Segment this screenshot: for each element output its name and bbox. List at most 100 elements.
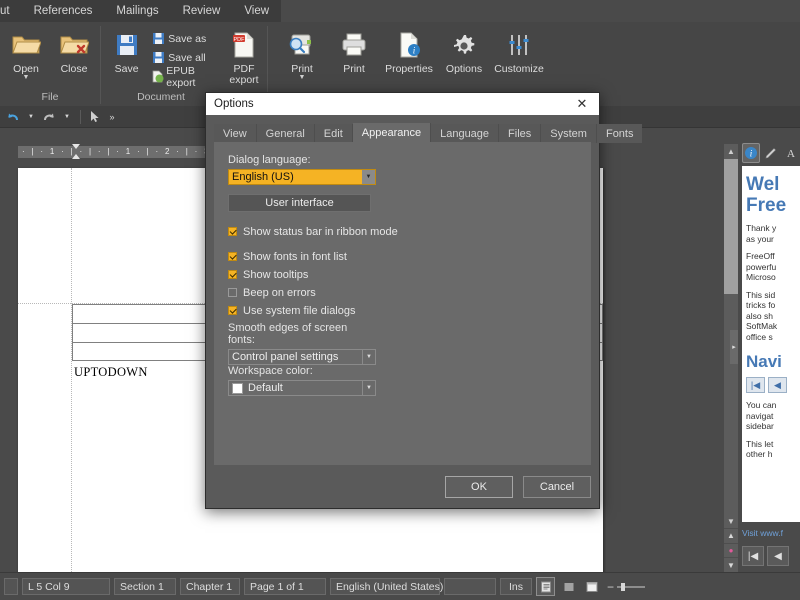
cursor-position-field[interactable]: L 5 Col 9 bbox=[22, 578, 110, 595]
workspace-color-combobox[interactable]: Default ▼ bbox=[228, 380, 376, 396]
scroll-down-icon[interactable]: ▼ bbox=[724, 514, 738, 528]
indent-marker[interactable] bbox=[72, 144, 81, 160]
save-as-button[interactable]: Save as bbox=[148, 29, 221, 48]
redo-dropdown-chevron-down-icon[interactable]: ▼ bbox=[58, 108, 76, 126]
print-preview-button[interactable]: Print ▼ bbox=[276, 28, 328, 81]
show-fonts-in-font-list-checkbox[interactable]: Show fonts in font list bbox=[228, 249, 356, 264]
dialog-title-bar[interactable]: Options ✕ bbox=[206, 93, 599, 115]
redo-icon[interactable] bbox=[40, 108, 58, 126]
page-field[interactable]: Page 1 of 1 bbox=[244, 578, 326, 595]
tab-view[interactable]: View bbox=[214, 124, 257, 143]
dialog-tab-bar: View General Edit Appearance Language Fi… bbox=[214, 123, 643, 143]
ribbon-tab-mailings[interactable]: Mailings bbox=[104, 2, 170, 21]
prev-page-icon[interactable]: ◀ bbox=[768, 377, 787, 393]
close-icon[interactable]: ✕ bbox=[565, 93, 599, 115]
undo-dropdown-chevron-down-icon[interactable]: ▼ bbox=[22, 108, 40, 126]
zoom-out-icon[interactable]: − bbox=[607, 580, 614, 594]
cancel-button-label: Cancel bbox=[539, 481, 575, 493]
status-field-left[interactable] bbox=[4, 578, 18, 595]
tab-system[interactable]: System bbox=[541, 124, 597, 143]
ribbon-tab-references[interactable]: References bbox=[22, 2, 105, 21]
undo-icon[interactable] bbox=[4, 108, 22, 126]
chevron-down-icon[interactable]: ▼ bbox=[362, 350, 375, 364]
dialog-language-value: English (US) bbox=[229, 170, 362, 184]
open-button[interactable]: Open ▼ bbox=[2, 28, 50, 81]
chevron-down-icon-2[interactable]: ▼ bbox=[299, 74, 306, 81]
sidebar-heading-line1: Wel bbox=[746, 174, 780, 195]
zoom-slider-track[interactable] bbox=[617, 582, 646, 591]
show-status-bar-checkbox[interactable]: Show status bar in ribbon mode bbox=[228, 224, 398, 239]
close-folder-icon bbox=[59, 28, 89, 62]
prev-page-icon-bottom[interactable]: ◀ bbox=[767, 546, 789, 566]
sidebar-content-panel[interactable]: Wel Free Thank y as your FreeOff powerfu… bbox=[742, 166, 800, 522]
svg-text:A: A bbox=[787, 148, 795, 160]
pdf-export-button[interactable]: PDF PDF export bbox=[221, 28, 267, 86]
first-page-icon[interactable]: |◀ bbox=[746, 377, 765, 393]
chevron-down-icon[interactable]: ▼ bbox=[23, 74, 30, 81]
epub-export-button[interactable]: EPUB export bbox=[148, 65, 221, 89]
first-page-icon-bottom[interactable]: |◀ bbox=[742, 546, 764, 566]
show-tooltips-checkbox[interactable]: Show tooltips bbox=[228, 267, 356, 282]
options-button[interactable]: Options bbox=[438, 28, 490, 75]
chevron-down-icon[interactable]: ▼ bbox=[362, 170, 375, 184]
draft-view-icon[interactable] bbox=[559, 577, 578, 596]
options-dialog: Options ✕ View General Edit Appearance L… bbox=[205, 92, 643, 509]
ribbon-tab-review[interactable]: Review bbox=[171, 2, 233, 21]
select-browse-object-icon[interactable]: ● bbox=[724, 542, 738, 558]
beep-on-errors-checkbox[interactable]: Beep on errors bbox=[228, 285, 356, 300]
chevron-down-icon[interactable]: ▼ bbox=[362, 381, 375, 395]
show-status-bar-label: Show status bar in ribbon mode bbox=[243, 225, 398, 238]
sidebar-paragraph-4: You can navigat sidebar bbox=[746, 400, 777, 431]
sidebar-paragraph-1: Thank y as your bbox=[746, 223, 777, 244]
tab-language[interactable]: Language bbox=[431, 124, 500, 143]
prev-object-icon[interactable]: ▲ bbox=[724, 528, 738, 543]
dialog-language-combobox[interactable]: English (US) ▼ bbox=[228, 169, 376, 185]
tab-appearance[interactable]: Appearance bbox=[352, 123, 432, 143]
application-window: ut References Mailings Review View Open … bbox=[0, 0, 800, 600]
user-interface-button[interactable]: User interface bbox=[228, 194, 371, 212]
sidebar-paragraph-5: This let other h bbox=[746, 438, 774, 460]
zoom-slider-knob[interactable] bbox=[621, 582, 626, 591]
insert-mode-field[interactable]: Ins bbox=[500, 578, 532, 595]
document-body-text[interactable]: UPTODOWN bbox=[74, 365, 148, 380]
dialog-title: Options bbox=[214, 98, 254, 110]
smooth-edges-combobox[interactable]: Control panel settings ▼ bbox=[228, 349, 376, 365]
chapter-field[interactable]: Chapter 1 bbox=[180, 578, 240, 595]
pointer-icon[interactable] bbox=[85, 108, 103, 126]
edit-pen-icon[interactable] bbox=[762, 143, 780, 163]
properties-button[interactable]: i Properties bbox=[380, 28, 438, 75]
page-view-icon[interactable] bbox=[536, 577, 555, 596]
cancel-button[interactable]: Cancel bbox=[523, 476, 591, 498]
info-icon[interactable]: i bbox=[742, 143, 761, 163]
tab-fonts[interactable]: Fonts bbox=[596, 124, 643, 143]
use-system-file-dialogs-checkbox[interactable]: Use system file dialogs bbox=[228, 303, 356, 318]
customize-label: Customize bbox=[494, 63, 544, 75]
ribbon-tab-layout[interactable]: ut bbox=[0, 2, 22, 21]
close-button[interactable]: Close bbox=[50, 28, 98, 75]
font-a-icon[interactable]: A bbox=[782, 143, 800, 163]
sidebar-link[interactable]: Visit www.f bbox=[742, 528, 783, 538]
sliders-icon bbox=[506, 28, 532, 62]
section-field[interactable]: Section 1 bbox=[114, 578, 176, 595]
scrollbar-thumb[interactable] bbox=[724, 159, 738, 294]
language-field[interactable]: English (United States) bbox=[330, 578, 443, 595]
sidebar-splitter-handle[interactable]: ▸ bbox=[730, 330, 738, 364]
overflow-chevron-icon[interactable]: » bbox=[103, 108, 121, 126]
tab-general[interactable]: General bbox=[256, 124, 315, 143]
customize-button[interactable]: Customize bbox=[490, 28, 548, 75]
misc-field[interactable] bbox=[444, 578, 496, 595]
tab-edit[interactable]: Edit bbox=[314, 124, 353, 143]
next-object-icon[interactable]: ▼ bbox=[724, 557, 738, 572]
checkbox-check-icon bbox=[228, 270, 237, 279]
ribbon-tab-view[interactable]: View bbox=[232, 2, 281, 21]
save-all-icon bbox=[148, 51, 168, 64]
tab-files[interactable]: Files bbox=[499, 124, 542, 143]
save-button[interactable]: Save bbox=[105, 28, 148, 75]
smooth-edges-label: Smooth edges of screen fonts: bbox=[228, 322, 348, 346]
ok-button[interactable]: OK bbox=[445, 476, 513, 498]
zoom-slider[interactable]: − bbox=[607, 580, 646, 594]
svg-text:PDF: PDF bbox=[234, 37, 246, 43]
print-button[interactable]: Print bbox=[328, 28, 380, 75]
fullscreen-view-icon[interactable] bbox=[582, 577, 601, 596]
scroll-up-icon[interactable]: ▲ bbox=[724, 144, 738, 158]
